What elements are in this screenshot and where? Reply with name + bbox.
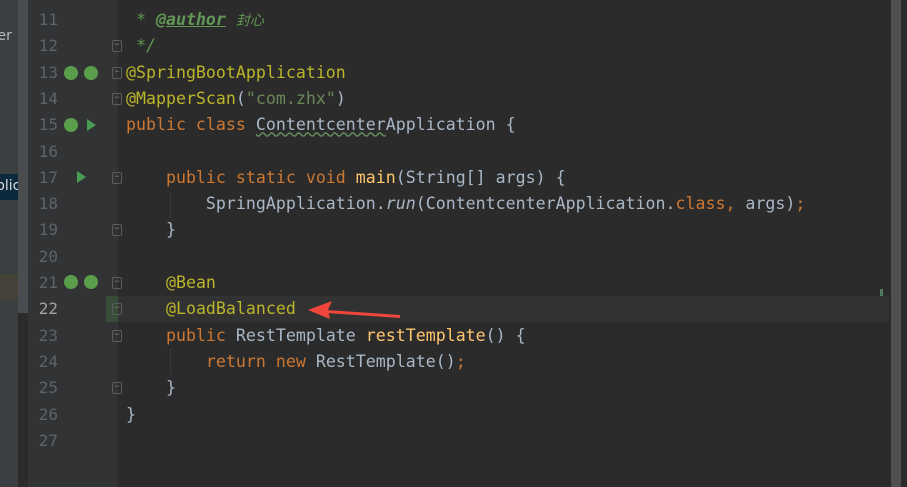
line-number: 12 <box>38 36 58 56</box>
run-icon[interactable] <box>77 171 86 183</box>
code-token: 封心 <box>235 13 264 29</box>
fold-icon[interactable]: − <box>112 66 122 79</box>
line-number: 13 <box>38 62 58 82</box>
code-token: , <box>725 194 746 214</box>
code-token: restTemplate <box>365 325 486 345</box>
code-token: class <box>675 194 726 214</box>
gutter-marker <box>880 289 883 296</box>
fold-icon[interactable]: − <box>112 92 122 105</box>
code-token: (ContentcenterApplication. <box>415 194 676 214</box>
fold-icon[interactable]: − <box>112 329 122 342</box>
line-number: 23 <box>38 325 58 345</box>
code-token: * <box>126 10 156 29</box>
line-number: 20 <box>38 246 58 266</box>
code-line[interactable]: return new RestTemplate(); <box>126 349 466 375</box>
code-line[interactable]: @LoadBalanced <box>126 296 296 322</box>
line-number: 19 <box>38 220 58 240</box>
line-number: 11 <box>38 10 58 29</box>
code-line[interactable]: SpringApplication.run(ContentcenterAppli… <box>126 191 805 217</box>
code-token: "com.zhx" <box>245 88 336 108</box>
spring-config-icon[interactable] <box>84 275 98 289</box>
code-line[interactable]: */ <box>126 33 156 59</box>
fold-icon[interactable]: − <box>112 382 122 395</box>
fold-icon[interactable]: − <box>112 277 122 289</box>
code-line[interactable]: public static void main(String[] args) { <box>126 165 566 191</box>
arrow-head <box>308 301 332 319</box>
line-number: 25 <box>38 378 58 398</box>
highlighted-tree-item[interactable] <box>0 274 18 300</box>
code-line[interactable]: } <box>126 402 136 428</box>
code-token: public <box>126 325 236 345</box>
spring-config-icon[interactable] <box>84 66 98 80</box>
code-line[interactable]: public class ContentcenterApplication { <box>126 112 516 138</box>
line-number: 24 <box>38 351 58 371</box>
code-token: public class <box>126 115 256 135</box>
code-line[interactable]: @SpringBootApplication <box>126 60 346 86</box>
line-number: 26 <box>38 404 58 424</box>
code-line[interactable]: @MapperScan("com.zhx") <box>126 86 346 112</box>
line-number: 16 <box>38 141 58 161</box>
code-token: ; <box>795 194 806 214</box>
red-arrow-annotation <box>308 301 400 319</box>
editor-scrollbar[interactable] <box>891 0 901 487</box>
code-token: args) <box>745 194 796 214</box>
code-line[interactable]: * @author 封心 <box>126 7 264 33</box>
code-token: @Bean <box>165 273 216 292</box>
code-token: @MapperScan <box>126 88 236 108</box>
line-number: 15 <box>38 115 58 135</box>
code-token: (String[] args) { <box>395 167 566 187</box>
code-token: run <box>385 194 416 214</box>
fold-icon[interactable]: − <box>112 224 122 237</box>
fold-icon[interactable]: − <box>112 303 122 316</box>
code-line[interactable]: } <box>126 217 176 243</box>
code-token: RestTemplate <box>235 325 366 345</box>
spring-bean-icon[interactable] <box>64 275 78 289</box>
line-number: 27 <box>38 430 58 450</box>
line-number: 14 <box>38 88 58 108</box>
line-number: 17 <box>38 167 58 187</box>
code-token: Contentcenter <box>255 115 386 135</box>
project-sidebar: ter t plica <box>0 0 18 487</box>
spring-boot-icon[interactable] <box>64 118 78 132</box>
code-token: @SpringBootApplication <box>126 62 346 82</box>
line-number: 22 <box>38 299 58 319</box>
code-token: public static void <box>126 167 356 187</box>
code-token: return new <box>126 351 316 371</box>
code-token: } <box>126 378 176 398</box>
tree-item-text[interactable]: ter <box>0 28 12 44</box>
code-token: } <box>126 404 136 424</box>
code-token: main <box>355 167 396 187</box>
code-token: ) <box>335 88 346 108</box>
code-token: Application { <box>385 115 516 135</box>
code-token: SpringApplication. <box>126 194 386 214</box>
code-line[interactable]: } <box>126 375 176 401</box>
run-icon[interactable] <box>87 119 96 131</box>
code-token: */ <box>126 36 156 56</box>
code-line[interactable]: @Bean <box>126 270 216 296</box>
code-token: RestTemplate() <box>315 351 456 371</box>
tree-item-text[interactable]: plica <box>0 178 18 194</box>
fold-icon[interactable]: − <box>112 40 122 53</box>
code-token: @LoadBalanced <box>165 299 296 319</box>
code-token: @author <box>155 10 226 29</box>
code-token: ; <box>455 351 466 371</box>
code-token: ( <box>235 88 246 108</box>
code-token: } <box>126 220 176 240</box>
line-number: 18 <box>38 194 58 214</box>
code-token: () { <box>485 325 526 345</box>
spring-bean-icon[interactable] <box>64 66 78 80</box>
fold-icon[interactable]: − <box>112 171 122 184</box>
code-line[interactable]: public RestTemplate restTemplate() { <box>126 323 526 349</box>
line-number: 21 <box>38 273 58 292</box>
sidebar-scrollbar[interactable] <box>18 0 28 313</box>
